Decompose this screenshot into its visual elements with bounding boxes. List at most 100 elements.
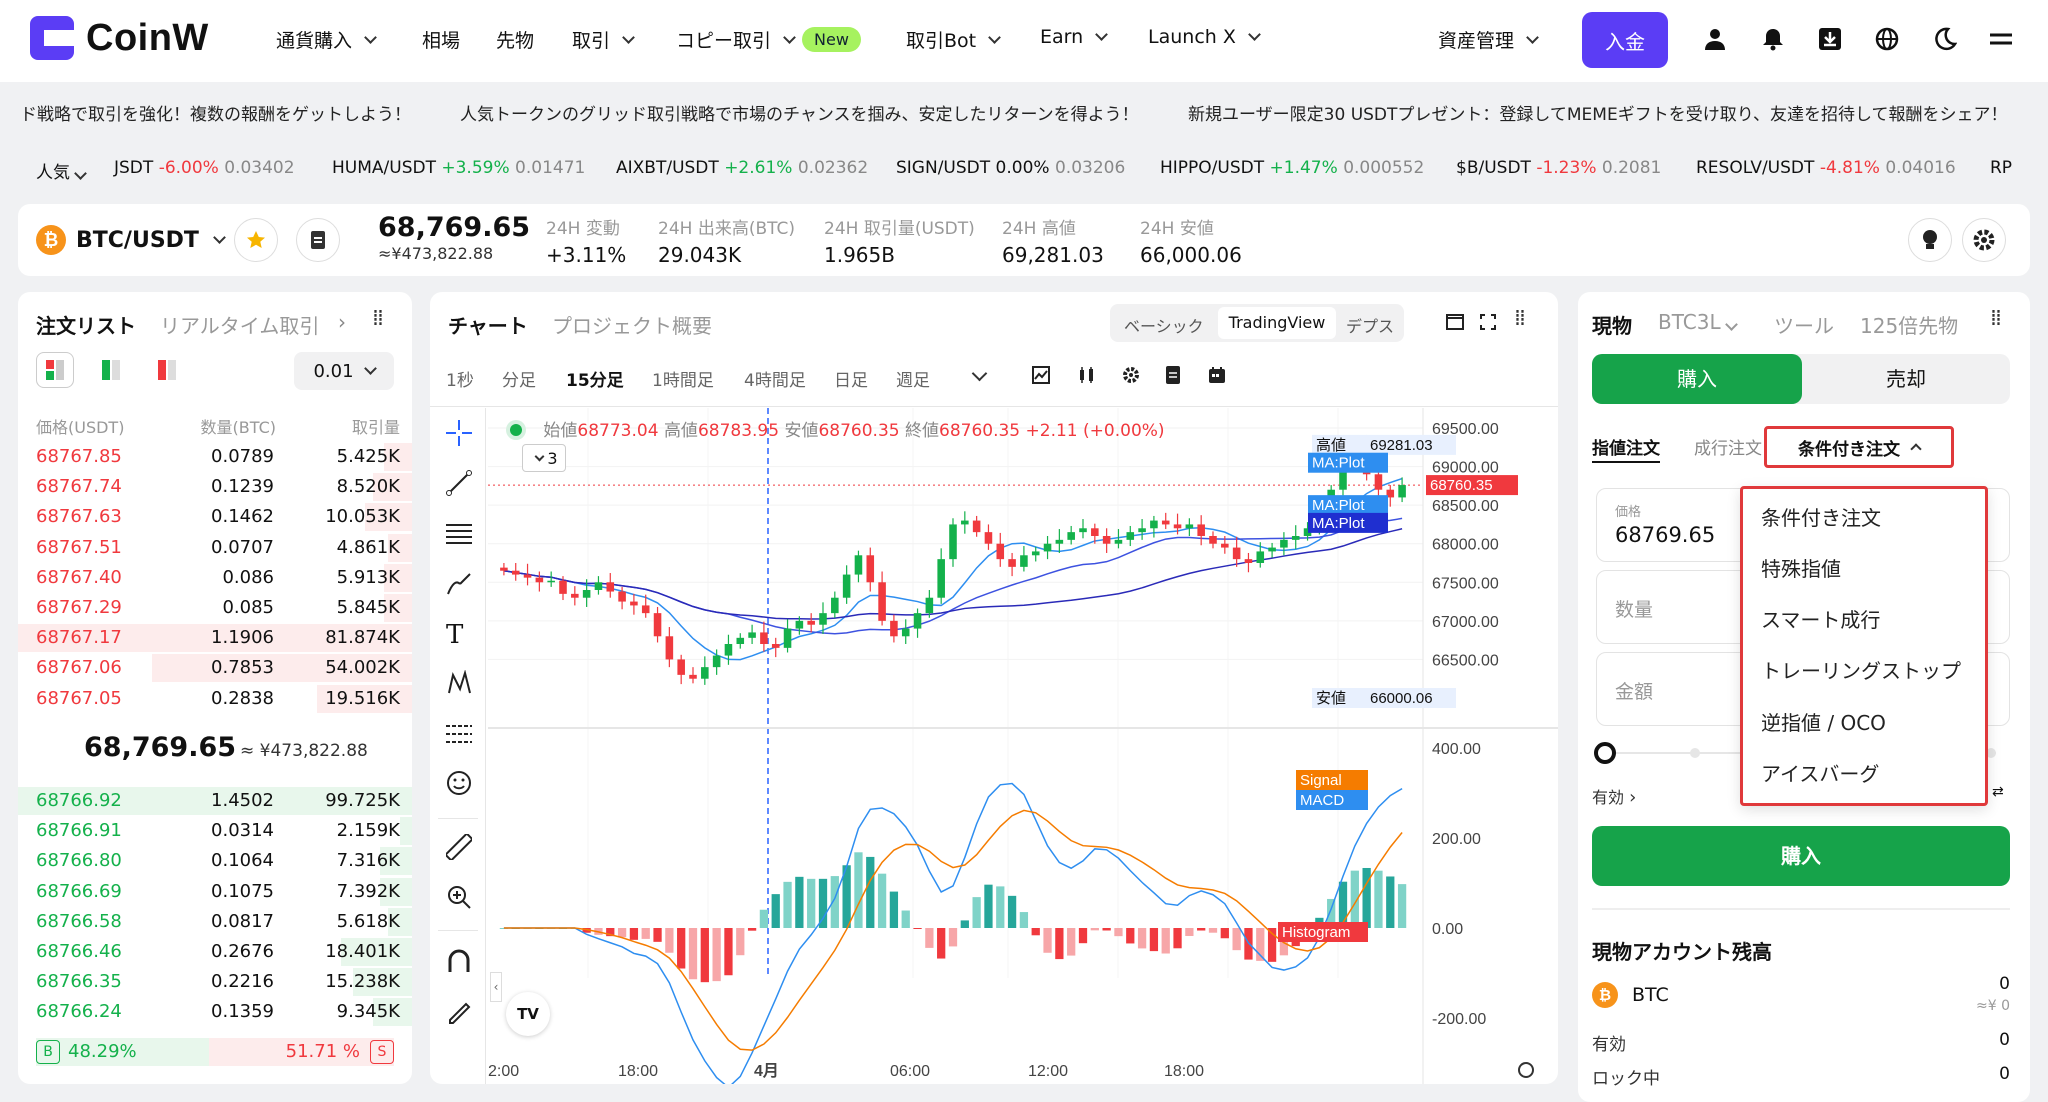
ask-row[interactable]: 68767.85 0.0789 5.425K <box>18 442 412 472</box>
crosshair-icon[interactable] <box>446 420 472 450</box>
window-icon[interactable] <box>1446 314 1464 334</box>
tab-limit-order[interactable]: 指値注文 <box>1592 434 1660 463</box>
nav-trading-bot[interactable]: 取引Bot <box>906 26 1001 53</box>
ask-row[interactable]: 68767.74 0.1239 8.520K <box>18 472 412 502</box>
view-depth[interactable]: デプス <box>1346 313 1394 337</box>
menu-item-stop-oco[interactable]: 逆指値 / OCO <box>1761 702 1886 744</box>
interval-1d[interactable]: 日足 <box>834 366 868 391</box>
ticker-item[interactable]: RP <box>1990 158 2012 178</box>
nav-futures[interactable]: 先物 <box>496 26 534 53</box>
lock-drawing-icon[interactable] <box>446 998 472 1028</box>
text-tool-icon[interactable]: T <box>446 620 463 650</box>
ask-row[interactable]: 68767.06 0.7853 54.002K <box>18 653 412 683</box>
drag-handle-icon[interactable]: ⁞⁞ <box>372 306 384 331</box>
ticker-item[interactable]: HUMA/USDT +3.59% 0.01471 <box>332 158 585 178</box>
interval-1w[interactable]: 週足 <box>896 366 930 391</box>
bid-row[interactable]: 68766.69 0.1075 7.392K <box>18 877 412 907</box>
banner-item[interactable]: 新規ユーザー限定30 USDTプレゼント：登録してMEMEギフトを受け取り、友達… <box>1188 100 2008 125</box>
bid-row[interactable]: 68766.24 0.1359 9.345K <box>18 997 412 1027</box>
brand-logo[interactable]: CoinW <box>30 16 209 60</box>
ticker-item[interactable]: SIGN/USDT 0.00% 0.03206 <box>896 158 1125 178</box>
view-basic[interactable]: ベーシック <box>1124 313 1204 337</box>
swap-icon[interactable]: ⇄ <box>1992 784 2004 800</box>
view-both-sides-icon[interactable] <box>36 352 74 388</box>
interval-1m[interactable]: 分足 <box>502 366 536 391</box>
zoom-in-icon[interactable] <box>446 884 472 914</box>
nav-markets[interactable]: 相場 <box>422 26 460 53</box>
sell-tab-button[interactable]: 売却 <box>1802 354 2010 404</box>
amount-slider-handle[interactable] <box>1594 742 1616 764</box>
lightbulb-icon[interactable] <box>1908 218 1952 262</box>
tab-btc3l[interactable]: BTC3L <box>1658 310 1738 334</box>
bid-row[interactable]: 68766.91 0.0314 2.159K <box>18 816 412 846</box>
ask-row[interactable]: 68767.40 0.086 5.913K <box>18 563 412 593</box>
submit-buy-button[interactable]: 購入 <box>1592 826 2010 886</box>
chart-settings-gear-icon[interactable] <box>1122 366 1140 388</box>
bid-row[interactable]: 68766.46 0.2676 18.401K <box>18 937 412 967</box>
tab-spot[interactable]: 現物 <box>1592 310 1632 339</box>
menu-item-special-limit[interactable]: 特殊指値 <box>1761 548 1841 590</box>
chevron-down-icon[interactable] <box>968 364 988 383</box>
price-chart[interactable]: 69500.0069000.0068500.0068000.0067500.00… <box>488 408 1558 1084</box>
tab-125x-futures[interactable]: 125倍先物 <box>1860 310 1958 339</box>
ticker-item[interactable]: HIPPO/USDT +1.47% 0.000552 <box>1160 158 1424 178</box>
pattern-icon[interactable] <box>446 669 472 700</box>
ticker-item[interactable]: RESOLV/USDT -4.81% 0.04016 <box>1696 158 1956 178</box>
calendar-icon[interactable] <box>1208 366 1226 388</box>
ticker-filter[interactable]: 人気 <box>36 158 87 183</box>
drag-handle-icon[interactable]: ⁞⁞ <box>1514 306 1526 331</box>
tab-conditional-order[interactable]: 条件付き注文 <box>1764 426 1954 468</box>
menu-item-smart-market[interactable]: スマート成行 <box>1761 599 1880 641</box>
view-bids-only-icon[interactable] <box>92 352 130 388</box>
bid-row[interactable]: 68766.80 0.1064 7.316K <box>18 846 412 876</box>
ask-row[interactable]: 68767.17 1.1906 81.874K <box>18 623 412 653</box>
bid-row[interactable]: 68766.92 1.4502 99.725K <box>18 786 412 816</box>
moon-icon[interactable] <box>1930 24 1960 54</box>
menu-item-conditional[interactable]: 条件付き注文 <box>1761 497 1881 539</box>
candle-style-icon[interactable] <box>1078 366 1096 388</box>
ticker-item[interactable]: AIXBT/USDT +2.61% 0.02362 <box>616 158 868 178</box>
ticker-item[interactable]: $B/USDT -1.23% 0.2081 <box>1456 158 1661 178</box>
precision-select[interactable]: 0.01 <box>294 352 394 390</box>
tab-order-list[interactable]: 注文リスト <box>36 310 136 339</box>
drag-handle-icon[interactable]: ⁞⁞ <box>1990 306 2002 331</box>
ask-row[interactable]: 68767.29 0.085 5.845K <box>18 593 412 623</box>
brush-icon[interactable] <box>446 570 472 600</box>
document-icon[interactable] <box>296 218 340 262</box>
indicator-collapse-button[interactable]: 3 <box>522 444 566 472</box>
tab-project-overview[interactable]: プロジェクト概要 <box>552 310 712 339</box>
ticker-item[interactable]: JSDT -6.00% 0.03402 <box>114 158 295 178</box>
ruler-icon[interactable] <box>444 832 474 864</box>
emoji-icon[interactable] <box>446 770 472 800</box>
banner-item[interactable]: ド戦略で取引を強化！複数の報酬をゲットしよう！ <box>20 100 411 125</box>
globe-icon[interactable] <box>1872 24 1902 54</box>
banner-item[interactable]: 人気トークンのグリッド取引戦略で市場のチャンスを掴み、安定したリターンを得よう！ <box>460 100 1139 125</box>
chevron-right-icon[interactable]: › <box>338 310 346 334</box>
nav-launch-x[interactable]: Launch X <box>1148 26 1261 48</box>
bid-row[interactable]: 68766.35 0.2216 15.238K <box>18 967 412 997</box>
settings-gear-icon[interactable] <box>1962 218 2006 262</box>
tab-chart[interactable]: チャート <box>448 310 528 339</box>
menu-item-trailing-stop[interactable]: トレーリングストップ <box>1761 650 1961 692</box>
nav-buy-crypto[interactable]: 通貨購入 <box>276 26 377 53</box>
nav-asset-management[interactable]: 資産管理 <box>1438 26 1539 53</box>
interval-1h[interactable]: 1時間足 <box>652 366 714 391</box>
interval-1s[interactable]: 1秒 <box>446 366 474 391</box>
pair-selector[interactable]: ₿ BTC/USDT <box>36 225 226 255</box>
interval-15m[interactable]: 15分足 <box>566 366 624 391</box>
validity-selector[interactable]: 有効 › <box>1592 784 1636 808</box>
prediction-icon[interactable] <box>446 720 472 750</box>
slider-tick-25[interactable] <box>1690 748 1700 758</box>
trendline-icon[interactable] <box>446 470 472 500</box>
view-tradingview[interactable]: TradingView <box>1218 307 1336 339</box>
tab-tools[interactable]: ツール <box>1774 310 1834 339</box>
menu-item-iceberg[interactable]: アイスバーグ <box>1761 753 1879 795</box>
chart-document-icon[interactable] <box>1166 366 1180 388</box>
bid-row[interactable]: 68766.58 0.0817 5.618K <box>18 907 412 937</box>
fullscreen-icon[interactable] <box>1480 314 1496 334</box>
tab-market-order[interactable]: 成行注文 <box>1694 434 1762 459</box>
interval-4h[interactable]: 4時間足 <box>744 366 806 391</box>
bell-icon[interactable] <box>1758 24 1788 54</box>
view-asks-only-icon[interactable] <box>148 352 186 388</box>
download-icon[interactable] <box>1815 24 1845 54</box>
